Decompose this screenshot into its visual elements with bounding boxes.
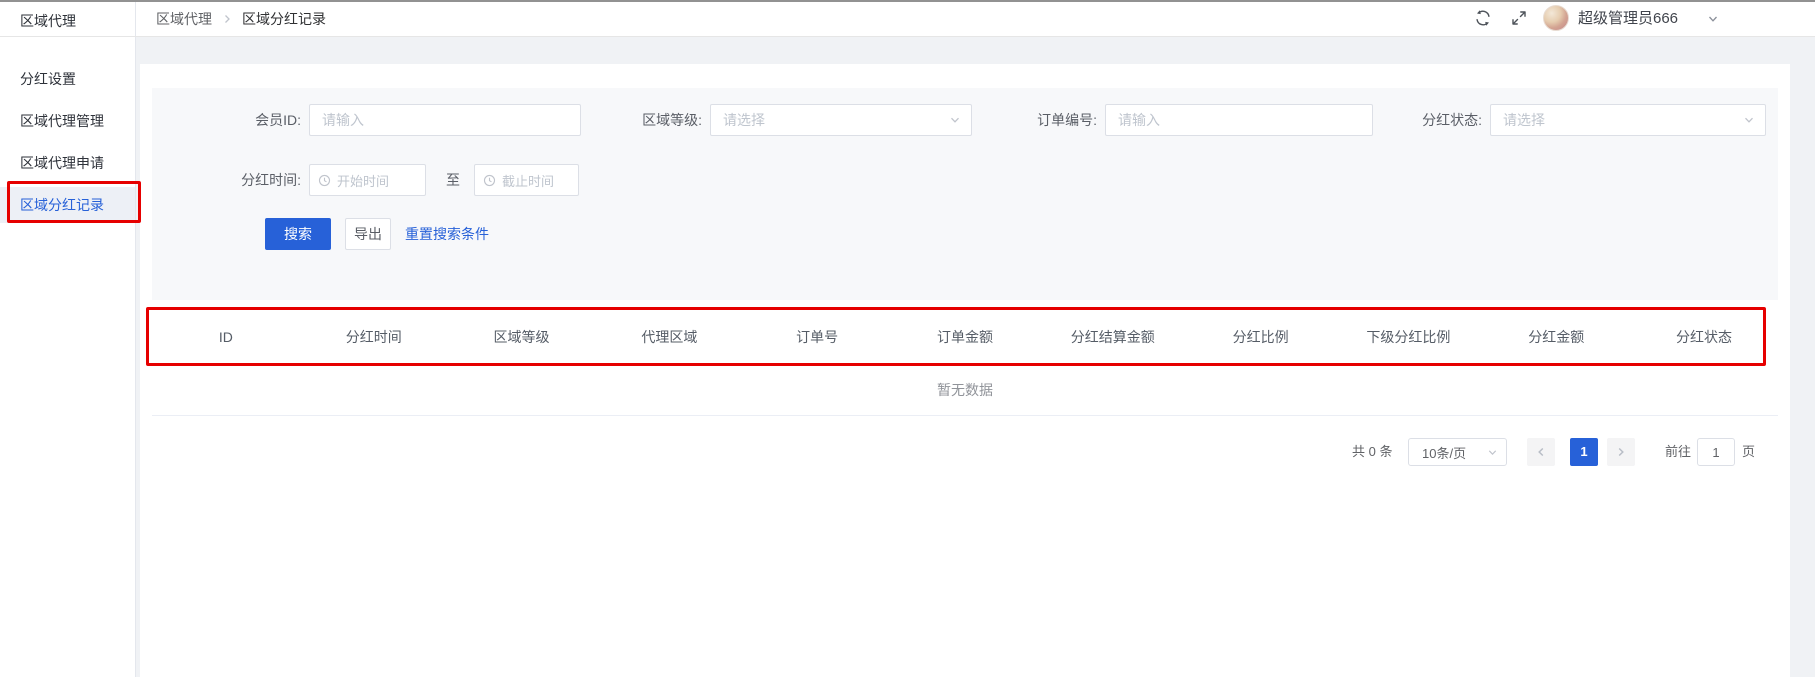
table-header-row: ID 分红时间 区域等级 代理区域 订单号 订单金额 分红结算金额 分红比例 下…: [152, 310, 1778, 364]
clock-icon: [483, 174, 496, 187]
next-page-button[interactable]: [1607, 438, 1635, 466]
sidebar-item-dividend-settings[interactable]: 分红设置: [0, 58, 135, 100]
page-unit-label: 页: [1742, 438, 1755, 466]
page-size-value: 10条/页: [1422, 443, 1466, 462]
chevron-left-icon: [1535, 446, 1547, 458]
column-sub-dividend-ratio: 下级分红比例: [1335, 327, 1483, 347]
caret-down-icon[interactable]: [1707, 13, 1719, 25]
search-button[interactable]: 搜索: [265, 218, 331, 250]
pagination-total: 共 0 条: [1352, 438, 1392, 466]
breadcrumb: 区域代理 区域分红记录: [156, 2, 326, 36]
chevron-down-icon: [1743, 114, 1755, 126]
breadcrumb-current: 区域分红记录: [242, 9, 326, 29]
column-dividend-ratio: 分红比例: [1187, 327, 1335, 347]
column-id: ID: [152, 329, 300, 345]
region-level-placeholder: 请选择: [723, 110, 765, 130]
column-dividend-amount: 分红金额: [1482, 327, 1630, 347]
export-button[interactable]: 导出: [345, 218, 391, 250]
dividend-time-label: 分红时间:: [180, 164, 301, 196]
breadcrumb-separator-icon: [221, 13, 233, 25]
end-time-placeholder: 截止时间: [502, 171, 554, 190]
goto-label: 前往: [1665, 438, 1691, 466]
chevron-down-icon: [1487, 447, 1498, 458]
time-range-separator: 至: [440, 164, 466, 196]
region-level-select[interactable]: 请选择: [710, 104, 972, 136]
page-size-select[interactable]: 10条/页: [1408, 438, 1507, 466]
column-settlement-amount: 分红结算金额: [1039, 327, 1187, 347]
column-order-amount: 订单金额: [891, 327, 1039, 347]
member-id-input[interactable]: [309, 104, 581, 136]
chevron-right-icon: [1615, 446, 1627, 458]
dividend-status-label: 分红状态:: [1360, 104, 1482, 136]
breadcrumb-item-region-agent[interactable]: 区域代理: [156, 9, 212, 29]
sidebar-item-region-agent-application[interactable]: 区域代理申请: [0, 142, 135, 184]
sidebar-item-region-dividend-records[interactable]: 区域分红记录: [0, 187, 135, 223]
sidebar-item-region-agent-management[interactable]: 区域代理管理: [0, 100, 135, 142]
chevron-down-icon: [949, 114, 961, 126]
dividend-status-select[interactable]: 请选择: [1490, 104, 1766, 136]
member-id-label: 会员ID:: [180, 104, 301, 136]
clock-icon: [318, 174, 331, 187]
order-no-input[interactable]: [1105, 104, 1373, 136]
column-dividend-status: 分红状态: [1630, 327, 1778, 347]
goto-page-input[interactable]: [1697, 438, 1735, 466]
column-dividend-time: 分红时间: [300, 327, 448, 347]
region-level-label: 区域等级:: [580, 104, 702, 136]
prev-page-button[interactable]: [1527, 438, 1555, 466]
reset-search-link[interactable]: 重置搜索条件: [405, 218, 489, 250]
start-time-picker[interactable]: 开始时间: [309, 164, 426, 196]
page: 区域代理 分红设置 区域代理管理 区域代理申请 区域分红记录 区域代理 区域分红…: [0, 0, 1815, 677]
username[interactable]: 超级管理员666: [1578, 2, 1678, 36]
refresh-icon[interactable]: [1474, 9, 1492, 27]
current-page-button[interactable]: 1: [1570, 438, 1598, 466]
dividend-status-placeholder: 请选择: [1503, 110, 1545, 130]
avatar[interactable]: [1543, 5, 1569, 31]
column-agent-region: 代理区域: [595, 327, 743, 347]
end-time-picker[interactable]: 截止时间: [474, 164, 579, 196]
start-time-placeholder: 开始时间: [337, 171, 389, 190]
sidebar-app-title: 区域代理: [20, 4, 76, 38]
order-no-label: 订单编号:: [975, 104, 1097, 136]
fullscreen-icon[interactable]: [1510, 9, 1528, 27]
sidebar: 区域代理 分红设置 区域代理管理 区域代理申请 区域分红记录: [0, 2, 136, 677]
column-region-level: 区域等级: [448, 327, 596, 347]
table-empty-state: 暂无数据: [152, 364, 1778, 416]
column-order-no: 订单号: [743, 327, 891, 347]
